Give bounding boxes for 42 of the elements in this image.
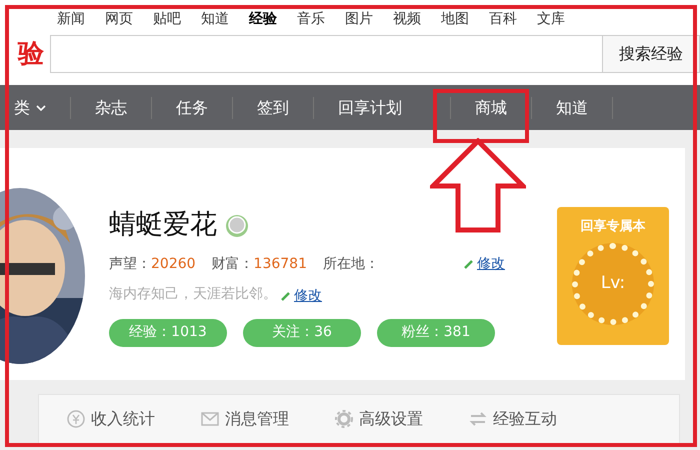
pencil-icon [464, 258, 474, 269]
level-text: Lv: [600, 272, 626, 295]
nav-link[interactable]: 回享计划 [314, 96, 451, 118]
nav-link[interactable]: 商城 [451, 96, 532, 118]
top-link[interactable]: 百科 [489, 12, 517, 26]
tab[interactable]: 经验互动 [469, 407, 557, 431]
user-name: 蜻蜓爱花 [109, 208, 217, 242]
top-link[interactable]: 网页 [105, 12, 133, 26]
top-link[interactable]: 知道 [201, 12, 229, 26]
top-link[interactable]: 地图 [441, 12, 469, 26]
mail-icon [201, 410, 219, 428]
top-link[interactable]: 文库 [537, 12, 565, 26]
swap-arrows-icon [469, 410, 487, 428]
medal-icon [225, 214, 249, 238]
gear-icon [335, 410, 353, 428]
nav-link[interactable]: 知道 [532, 96, 613, 118]
edit-link[interactable]: 修改 [464, 254, 505, 275]
search-button[interactable]: 搜索经验 [602, 35, 700, 73]
top-link[interactable]: 音乐 [297, 12, 325, 26]
nav-link[interactable]: 签到 [233, 96, 314, 118]
nav-link[interactable]: 类 [0, 96, 71, 118]
tab[interactable]: 消息管理 [201, 407, 289, 431]
search-field[interactable] [50, 35, 602, 73]
top-link[interactable]: 经验 [249, 12, 277, 26]
location-label: 所在地： [323, 254, 379, 274]
yen-icon [67, 410, 85, 428]
top-link[interactable]: 新闻 [57, 12, 85, 26]
top-link[interactable]: 贴吧 [153, 12, 181, 26]
logo-text: 验 [16, 38, 45, 70]
edit-link[interactable]: 修改 [281, 288, 322, 304]
tab[interactable]: 收入统计 [67, 407, 155, 431]
top-link[interactable]: 视频 [393, 12, 421, 26]
nav-link[interactable]: 杂志 [71, 96, 152, 118]
badge-title: 回享专属本 [580, 218, 646, 236]
motto-text: 海内存知己，天涯若比邻。 [109, 285, 277, 304]
tab[interactable]: 高级设置 [335, 407, 423, 431]
stat-text: 财富：136781 [212, 254, 307, 274]
chevron-icon [36, 104, 46, 112]
nav-link[interactable]: 任务 [152, 96, 233, 118]
stat-text: 声望：20260 [109, 254, 196, 274]
pencil-icon [281, 290, 291, 301]
top-link[interactable]: 图片 [345, 12, 373, 26]
